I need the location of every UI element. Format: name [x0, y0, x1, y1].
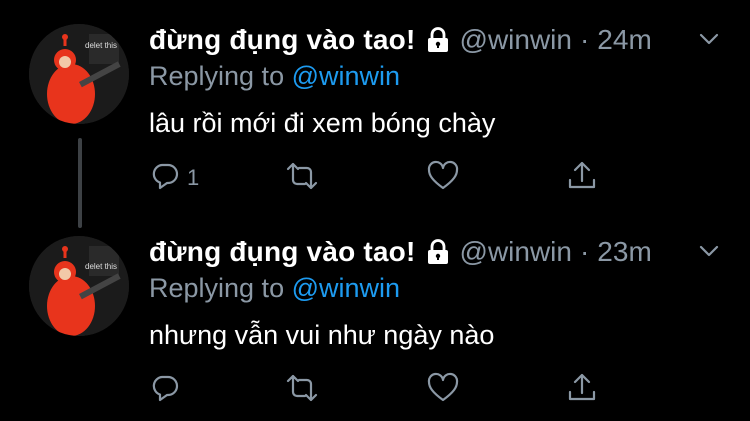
handle[interactable]: @winwin: [460, 236, 572, 268]
like-button[interactable]: [427, 372, 459, 409]
tweet-text: nhưng vẫn vui như ngày nào: [149, 320, 495, 350]
share-button[interactable]: [566, 160, 598, 197]
tweet[interactable]: delet this đừng đụng vào tao! @winwin · …: [0, 0, 750, 212]
handle[interactable]: @winwin: [460, 24, 572, 56]
reply-button[interactable]: [149, 374, 187, 406]
reply-count: 1: [187, 165, 200, 190]
avatar[interactable]: delet this: [29, 236, 129, 336]
like-button[interactable]: [427, 160, 459, 197]
tweet-text: lâu rồi mới đi xem bóng chày: [149, 108, 496, 138]
retweet-icon: [286, 160, 318, 197]
action-bar: 1: [149, 156, 609, 200]
share-icon: [566, 160, 598, 197]
replying-to: Replying to @winwin: [149, 61, 400, 92]
reply-icon: [149, 372, 181, 409]
tweet-header: đừng đụng vào tao! @winwin · 24m: [149, 21, 652, 59]
avatar[interactable]: delet this: [29, 24, 129, 124]
retweet-button[interactable]: [286, 374, 318, 406]
timestamp[interactable]: 24m: [597, 24, 651, 56]
replying-prefix: Replying to: [149, 273, 292, 303]
avatar-caption: delet this: [85, 41, 117, 50]
share-icon: [566, 372, 598, 409]
chevron-down-icon[interactable]: [698, 240, 720, 262]
action-bar: [149, 368, 609, 412]
heart-icon: [427, 372, 459, 409]
avatar-caption: delet this: [85, 262, 117, 271]
tweet-header: đừng đụng vào tao! @winwin · 23m: [149, 233, 652, 271]
retweet-button[interactable]: [286, 162, 318, 194]
chevron-down-icon[interactable]: [698, 28, 720, 50]
display-name[interactable]: đừng đụng vào tao!: [149, 24, 416, 56]
mention-link[interactable]: @winwin: [292, 61, 400, 91]
reply-icon: [149, 160, 181, 197]
tweet[interactable]: delet this đừng đụng vào tao! @winwin · …: [0, 212, 750, 421]
reply-button[interactable]: 1: [149, 162, 199, 194]
replying-prefix: Replying to: [149, 61, 292, 91]
replying-to: Replying to @winwin: [149, 273, 400, 304]
separator-dot: ·: [579, 24, 590, 55]
lock-icon: [426, 239, 450, 265]
separator-dot: ·: [579, 236, 590, 267]
retweet-icon: [286, 372, 318, 409]
share-button[interactable]: [566, 372, 598, 409]
display-name[interactable]: đừng đụng vào tao!: [149, 236, 416, 268]
timestamp[interactable]: 23m: [597, 236, 651, 268]
lock-icon: [426, 27, 450, 53]
heart-icon: [427, 160, 459, 197]
mention-link[interactable]: @winwin: [292, 273, 400, 303]
